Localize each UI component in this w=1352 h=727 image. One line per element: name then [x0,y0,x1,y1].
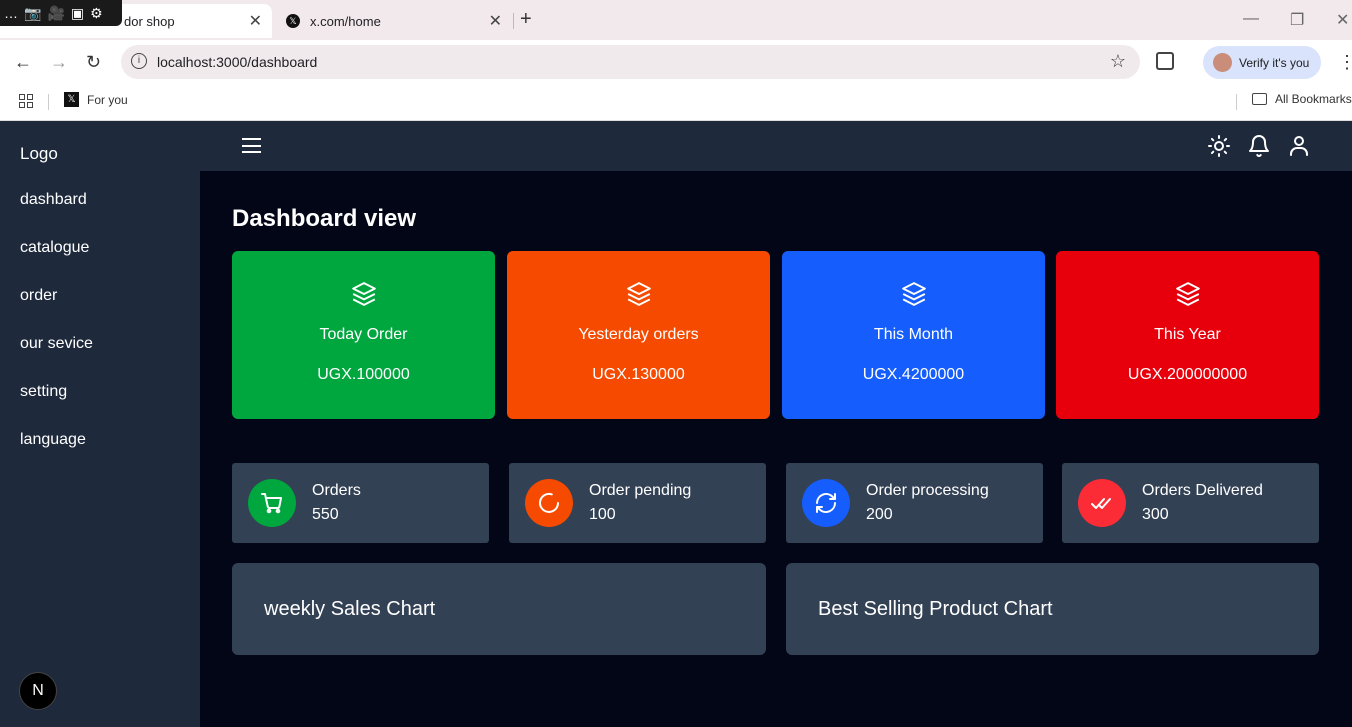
tab-title: x.com/home [310,13,381,29]
count-value: 100 [589,506,616,523]
layers-icon [1175,282,1200,306]
count-card-orders: Orders 550 [232,463,489,543]
stat-label: This Year [1154,326,1221,343]
count-label: Orders [312,482,361,499]
circle-badge [525,479,573,527]
logo[interactable]: Logo [20,144,58,164]
tab-x[interactable]: 𝕏 x.com/home ✕ [280,4,512,38]
folder-icon [1252,93,1267,105]
all-bookmarks[interactable]: All Bookmarks [1252,92,1352,106]
bookmark-label: For you [87,92,128,107]
tab-title: dor shop [124,13,175,29]
layers-icon [626,282,651,306]
count-card-processing: Order processing 200 [786,463,1043,543]
extensions-icon[interactable] [1156,52,1174,70]
count-label: Orders Delivered [1142,482,1263,499]
spinner-icon [539,492,559,513]
count-card-delivered: Orders Delivered 300 [1062,463,1319,543]
stat-card-yesterday: Yesterday orders UGX.130000 [507,251,770,419]
address-row: ← → ↻ i localhost:3000/dashboard ☆ Verif… [0,40,1352,86]
sidebar: Logo dashbard catalogue order our sevice… [0,121,200,727]
capture-toolbar: … 📷 🎥 ▣ ⚙ [0,0,122,26]
stat-label: This Month [873,326,954,343]
verify-profile-button[interactable]: Verify it's you [1203,46,1321,79]
refresh-icon [816,493,836,513]
count-label: Order processing [866,482,989,499]
sidebar-item-dashboard[interactable]: dashbard [20,191,87,209]
gear-icon[interactable]: ⚙ [90,5,103,22]
bookmark-foryou[interactable]: 𝕏 For you [64,92,128,107]
sidebar-item-setting[interactable]: setting [20,383,67,401]
bookmark-star-icon[interactable]: ☆ [1110,51,1126,72]
best-selling-chart-card: Best Selling Product Chart [786,563,1319,655]
stat-card-today: Today Order UGX.100000 [232,251,495,419]
stat-value: UGX.4200000 [862,366,965,383]
stat-value: UGX.130000 [592,366,685,383]
window-icon[interactable]: ▣ [71,5,84,22]
camera-icon[interactable]: 📷 [24,5,41,22]
count-value: 300 [1142,506,1169,523]
close-icon[interactable]: ✕ [489,11,502,31]
video-icon[interactable]: 🎥 [47,5,64,22]
back-icon[interactable]: ← [14,52,32,73]
chart-title: Best Selling Product Chart [818,598,1053,620]
bookmarks-bar: 𝕏 For you All Bookmarks [0,86,1352,121]
stat-card-year: This Year UGX.200000000 [1056,251,1319,419]
sidebar-item-order[interactable]: order [20,287,57,305]
page-title: Dashboard view [232,205,417,232]
stat-value: UGX.100000 [317,366,410,383]
sidebar-item-catalogue[interactable]: catalogue [20,239,89,257]
x-logo-icon: 𝕏 [286,14,300,28]
minimize-icon[interactable]: — [1243,10,1259,28]
x-logo-icon: 𝕏 [64,92,79,107]
chart-title: weekly Sales Chart [264,598,436,620]
tab-bar: dor shop ✕ 𝕏 x.com/home ✕ + — ❐ ✕ … 📷 🎥 … [0,0,1352,40]
count-value: 550 [312,506,339,523]
new-tab-icon[interactable]: + [520,8,532,31]
layers-icon [351,282,376,306]
forward-icon[interactable]: → [50,52,68,73]
weekly-sales-chart-card: weekly Sales Chart [232,563,766,655]
site-info-icon[interactable]: i [131,53,147,69]
circle-badge [248,479,296,527]
avatar [1213,53,1232,72]
bell-icon[interactable] [1247,134,1271,158]
main-content: Dashboard view Today Order UGX.100000 Ye… [200,171,1352,727]
circle-badge [802,479,850,527]
nextjs-badge[interactable]: N [19,672,57,710]
layers-icon [901,282,926,306]
window-close-icon[interactable]: ✕ [1336,10,1349,30]
verify-label: Verify it's you [1239,55,1310,70]
apps-grid-icon[interactable] [19,94,33,108]
restore-icon[interactable]: ❐ [1290,10,1304,30]
sidebar-item-service[interactable]: our sevice [20,335,93,353]
close-icon[interactable]: ✕ [249,11,262,31]
address-bar[interactable]: i localhost:3000/dashboard ☆ [121,45,1140,79]
stat-card-month: This Month UGX.4200000 [782,251,1045,419]
bookmark-separator [48,94,49,110]
stat-value: UGX.200000000 [1127,366,1248,383]
count-label: Order pending [589,482,692,499]
count-value: 200 [866,506,893,523]
tab-separator [513,13,514,29]
browser-chrome: dor shop ✕ 𝕏 x.com/home ✕ + — ❐ ✕ … 📷 🎥 … [0,0,1352,121]
top-bar [200,121,1352,171]
check-double-icon [1091,498,1111,509]
user-icon[interactable] [1287,134,1311,158]
sidebar-item-language[interactable]: language [20,431,86,449]
stat-label: Yesterday orders [578,326,699,343]
more-icon[interactable]: … [4,5,18,21]
url-text[interactable]: localhost:3000/dashboard [157,54,317,70]
sun-icon[interactable] [1207,134,1231,158]
circle-badge [1078,479,1126,527]
stat-label: Today Order [319,326,408,343]
hamburger-menu-icon[interactable] [242,138,261,153]
browser-menu-icon[interactable]: ⋮ [1338,52,1352,73]
cart-icon [261,493,282,514]
bookmark-label: All Bookmarks [1275,92,1352,106]
bookmark-separator [1236,94,1237,110]
reload-icon[interactable]: ↻ [86,52,101,73]
count-card-pending: Order pending 100 [509,463,766,543]
